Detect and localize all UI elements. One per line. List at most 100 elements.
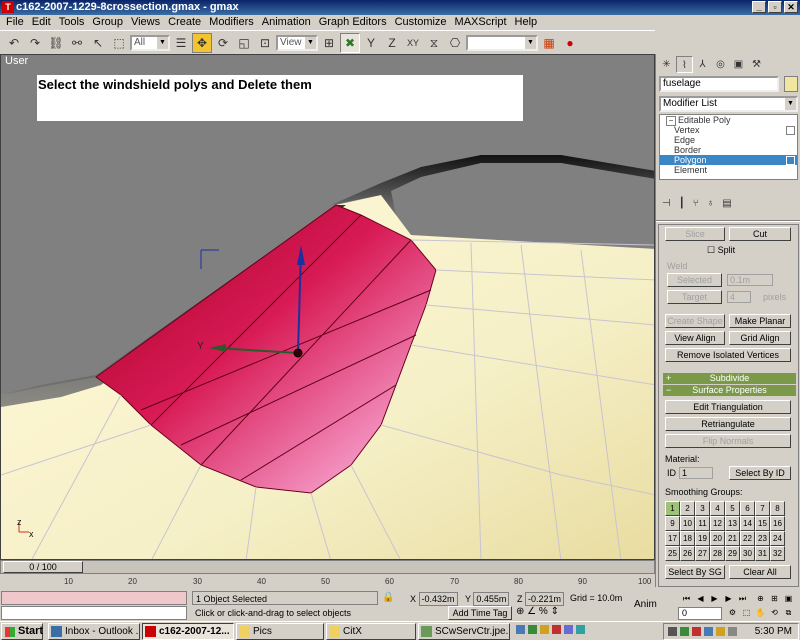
use-center-icon[interactable]: ⊞ xyxy=(319,33,339,53)
menu-tools[interactable]: Tools xyxy=(55,15,89,30)
weld-selected-button[interactable]: Selected xyxy=(667,273,722,287)
coord-x-field[interactable]: -0.432m xyxy=(418,592,458,606)
minimize-button[interactable]: _ xyxy=(752,1,766,13)
menu-help[interactable]: Help xyxy=(511,15,542,30)
utilities-tab-icon[interactable]: ⚒ xyxy=(748,56,765,73)
region-zoom-icon[interactable]: ⬚ xyxy=(740,607,753,619)
smoothing-group-button[interactable]: 16 xyxy=(770,516,785,531)
maxscript-listener-mini[interactable] xyxy=(1,591,187,605)
configure-sets-icon[interactable]: ▤ xyxy=(722,198,731,209)
menu-modifiers[interactable]: Modifiers xyxy=(205,15,258,30)
smoothing-group-button[interactable]: 12 xyxy=(710,516,725,531)
maxscript-input-mini[interactable] xyxy=(1,606,187,620)
menu-create[interactable]: Create xyxy=(164,15,205,30)
zoom-all-icon[interactable]: ⊞ xyxy=(768,593,781,605)
region-select-icon[interactable]: ⬚ xyxy=(109,33,129,53)
make-unique-icon[interactable]: ⑂ xyxy=(693,198,699,209)
cut-button[interactable]: Cut xyxy=(729,227,791,241)
time-slider-thumb[interactable]: 0 / 100 xyxy=(3,561,83,573)
smoothing-group-button[interactable]: 8 xyxy=(770,501,785,516)
smoothing-group-button[interactable]: 11 xyxy=(695,516,710,531)
smoothing-group-button[interactable]: 30 xyxy=(740,546,755,561)
menu-customize[interactable]: Customize xyxy=(391,15,451,30)
scale-icon[interactable]: ◱ xyxy=(234,33,254,53)
slice-button[interactable]: Slice xyxy=(665,227,725,241)
hierarchy-tab-icon[interactable]: ⅄ xyxy=(694,56,711,73)
smoothing-group-button[interactable]: 23 xyxy=(755,531,770,546)
angle-snap-icon[interactable]: ∠ xyxy=(527,606,536,617)
retriangulate-button[interactable]: Retriangulate xyxy=(665,417,791,431)
taskbar-item-gmax[interactable]: c162-2007-12... xyxy=(142,623,234,640)
quick-launch-icon[interactable] xyxy=(564,625,573,634)
reference-coord-dropdown[interactable]: View ▼ xyxy=(276,34,318,51)
select-by-name-icon[interactable]: ☰ xyxy=(171,33,191,53)
clock[interactable]: 5:30 PM xyxy=(755,624,792,639)
stack-item-element[interactable]: Element xyxy=(660,165,797,175)
rotate-icon[interactable]: ⟳ xyxy=(213,33,233,53)
zoom-icon[interactable]: ⊕ xyxy=(754,593,767,605)
weld-target-button[interactable]: Target xyxy=(667,290,722,304)
smoothing-group-button[interactable]: 32 xyxy=(770,546,785,561)
spinner-snap-icon[interactable]: ⇕ xyxy=(551,606,559,617)
play-icon[interactable]: ▶ xyxy=(708,593,721,605)
view-align-button[interactable]: View Align xyxy=(665,331,725,345)
tray-icon[interactable] xyxy=(704,627,713,636)
modifier-list-dropdown[interactable]: Modifier List ▼ xyxy=(659,96,798,112)
time-config-icon[interactable]: ⚙ xyxy=(726,607,739,619)
modifier-stack[interactable]: Editable Poly Vertex Edge Border Polygon… xyxy=(659,114,798,180)
current-frame-field[interactable]: 0 xyxy=(678,607,722,620)
pan-icon[interactable]: ✋ xyxy=(754,607,767,619)
select-by-sg-button[interactable]: Select By SG xyxy=(665,565,725,579)
show-end-result-icon[interactable]: ┃ xyxy=(679,198,685,209)
lock-selection-icon[interactable]: 🔒 xyxy=(382,592,394,604)
menu-views[interactable]: Views xyxy=(127,15,164,30)
display-tab-icon[interactable]: ▣ xyxy=(730,56,747,73)
stack-item-edge[interactable]: Edge xyxy=(660,135,797,145)
weld-threshold-spinner[interactable]: 0.1m xyxy=(727,274,773,286)
coord-y-field[interactable]: 0.455m xyxy=(473,592,510,606)
go-to-end-icon[interactable]: ⏭ xyxy=(736,593,749,605)
smoothing-group-button[interactable]: 4 xyxy=(710,501,725,516)
taskbar-item-citx[interactable]: CitX xyxy=(326,623,416,640)
tray-icon[interactable] xyxy=(692,627,701,636)
smoothing-group-button[interactable]: 10 xyxy=(680,516,695,531)
motion-tab-icon[interactable]: ◎ xyxy=(712,56,729,73)
menu-maxscript[interactable]: MAXScript xyxy=(451,15,511,30)
smoothing-group-button[interactable]: 31 xyxy=(755,546,770,561)
stack-item-polygon[interactable]: Polygon xyxy=(660,155,797,165)
smoothing-group-button[interactable]: 14 xyxy=(740,516,755,531)
subdivide-rollout-header[interactable]: + Subdivide xyxy=(663,373,796,384)
tray-icon[interactable] xyxy=(668,627,677,636)
smoothing-group-button[interactable]: 6 xyxy=(740,501,755,516)
flip-normals-button[interactable]: Flip Normals xyxy=(665,434,791,448)
viewport-label[interactable]: User xyxy=(5,55,28,67)
viewport-user[interactable]: User Select the windshield polys and Del… xyxy=(0,54,655,560)
smoothing-group-button[interactable]: 3 xyxy=(695,501,710,516)
add-time-tag-button[interactable]: Add Time Tag xyxy=(448,606,512,620)
menu-graph-editors[interactable]: Graph Editors xyxy=(315,15,391,30)
prev-frame-icon[interactable]: ◀ xyxy=(694,593,707,605)
select-object-icon[interactable]: ↖ xyxy=(88,33,108,53)
go-to-start-icon[interactable]: ⏮ xyxy=(680,593,693,605)
smoothing-group-button[interactable]: 22 xyxy=(740,531,755,546)
smoothing-group-button[interactable]: 15 xyxy=(755,516,770,531)
constraint-x-icon[interactable]: ✖ xyxy=(340,32,360,53)
quick-launch-icon[interactable] xyxy=(576,625,585,634)
select-by-id-button[interactable]: Select By ID xyxy=(729,466,791,480)
taskbar-item-outlook[interactable]: Inbox - Outlook ... xyxy=(48,623,140,640)
maximize-button[interactable]: ▫ xyxy=(768,1,782,13)
smoothing-group-button[interactable]: 20 xyxy=(710,531,725,546)
volume-icon[interactable] xyxy=(728,627,737,636)
redo-icon[interactable]: ↷ xyxy=(25,33,45,53)
smoothing-group-button[interactable]: 26 xyxy=(680,546,695,561)
create-shape-button[interactable]: Create Shape xyxy=(665,314,725,328)
object-color-swatch[interactable] xyxy=(784,76,798,92)
maximize-viewport-icon[interactable]: ⧉ xyxy=(782,607,795,619)
surface-properties-rollout-header[interactable]: − Surface Properties xyxy=(663,385,796,396)
taskbar-item-pics[interactable]: Pics xyxy=(236,623,324,640)
menu-edit[interactable]: Edit xyxy=(28,15,55,30)
quick-launch-icon[interactable] xyxy=(552,625,561,634)
menu-file[interactable]: File xyxy=(2,15,28,30)
start-button[interactable]: Start xyxy=(1,623,43,640)
percent-snap-icon[interactable]: % xyxy=(539,606,548,617)
